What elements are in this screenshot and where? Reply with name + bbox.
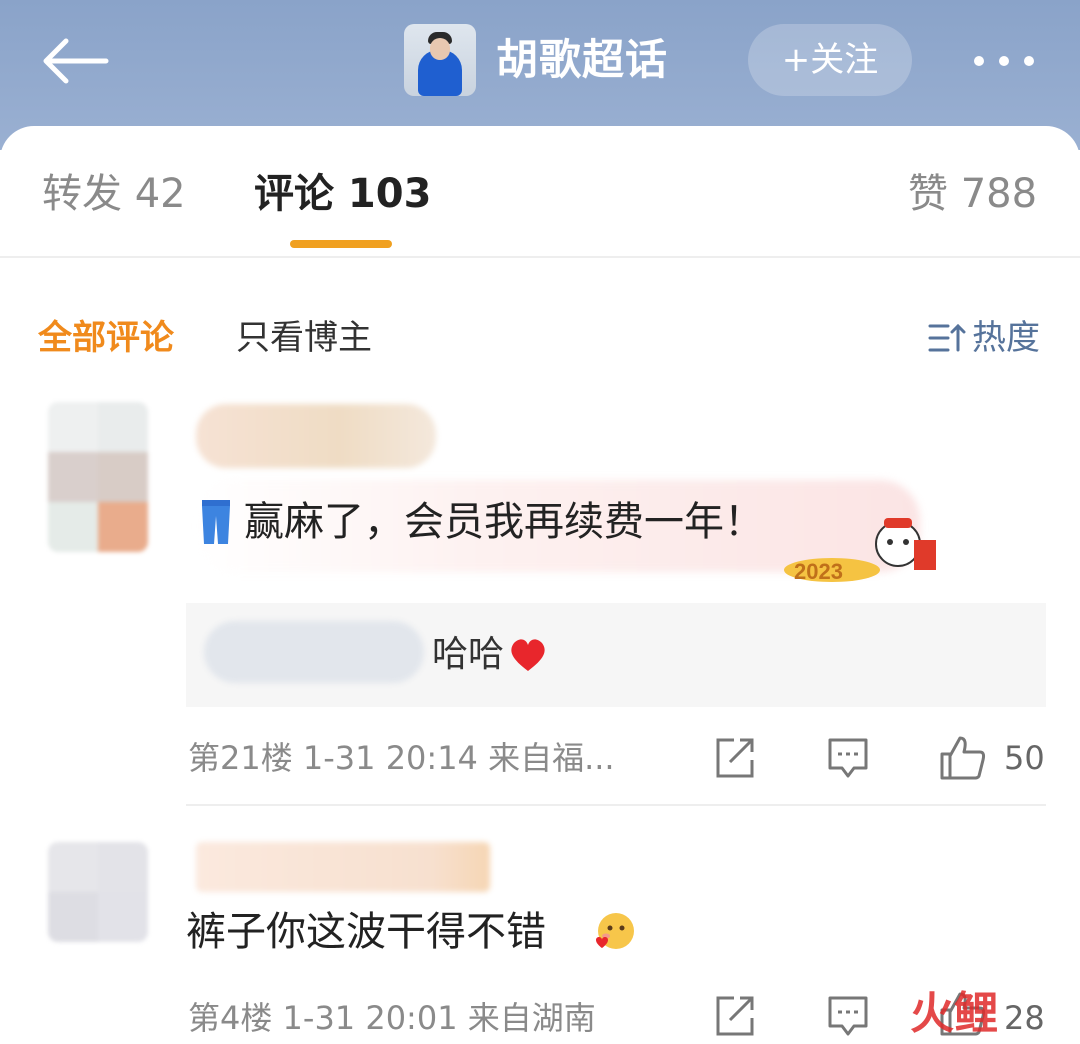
- jeans-icon: [202, 500, 230, 544]
- comment-icon[interactable]: [826, 736, 870, 780]
- comment-text: 裤子你这波干得不错: [186, 909, 546, 955]
- like-count: 28: [1004, 999, 1045, 1037]
- blush-heart-emoji-icon: [596, 913, 634, 949]
- reply-text: 哈哈: [432, 634, 505, 675]
- svg-text:2023: 2023: [794, 559, 843, 584]
- reply-box[interactable]: 哈哈: [186, 603, 1046, 707]
- avatar[interactable]: [48, 842, 148, 942]
- tab-likes[interactable]: 赞 788: [908, 166, 1037, 222]
- divider: [186, 804, 1046, 806]
- comment-text: 赢麻了，会员我再续费一年！: [244, 499, 764, 545]
- topic-avatar[interactable]: [404, 24, 476, 96]
- filter-all-comments[interactable]: 全部评论: [38, 316, 174, 360]
- tab-comments[interactable]: 评论 103: [254, 166, 431, 222]
- avatar[interactable]: [48, 402, 148, 552]
- comment-icon[interactable]: [826, 994, 870, 1038]
- tab-reposts[interactable]: 转发 42: [42, 166, 186, 222]
- like-icon[interactable]: [938, 734, 986, 782]
- arrow-left-icon[interactable]: [40, 36, 110, 86]
- username-blurred[interactable]: [196, 404, 436, 468]
- more-dots-icon[interactable]: [968, 44, 1040, 78]
- share-icon[interactable]: [712, 994, 756, 1038]
- active-tab-indicator: [290, 240, 392, 248]
- username-blurred[interactable]: [196, 842, 490, 892]
- reply-username-blurred[interactable]: [204, 621, 424, 683]
- watermark-logo: 火鲤: [910, 988, 998, 1039]
- heart-icon: [511, 639, 545, 671]
- follow-button[interactable]: +关注: [748, 24, 912, 96]
- share-icon[interactable]: [712, 736, 756, 780]
- panda-2023-sticker: 2023: [784, 518, 936, 584]
- divider: [0, 256, 1080, 258]
- comment-meta: 第4楼 1-31 20:01 来自湖南: [188, 999, 596, 1037]
- sort-icon: [928, 323, 966, 352]
- sort-by-hot-button[interactable]: 热度: [928, 316, 1048, 360]
- sort-label: 热度: [972, 318, 1040, 358]
- filter-owner-only[interactable]: 只看博主: [236, 316, 372, 360]
- comment-meta: 第21楼 1-31 20:14 来自福...: [188, 739, 615, 777]
- like-count: 50: [1004, 739, 1045, 777]
- topic-title[interactable]: 胡歌超话: [496, 30, 668, 90]
